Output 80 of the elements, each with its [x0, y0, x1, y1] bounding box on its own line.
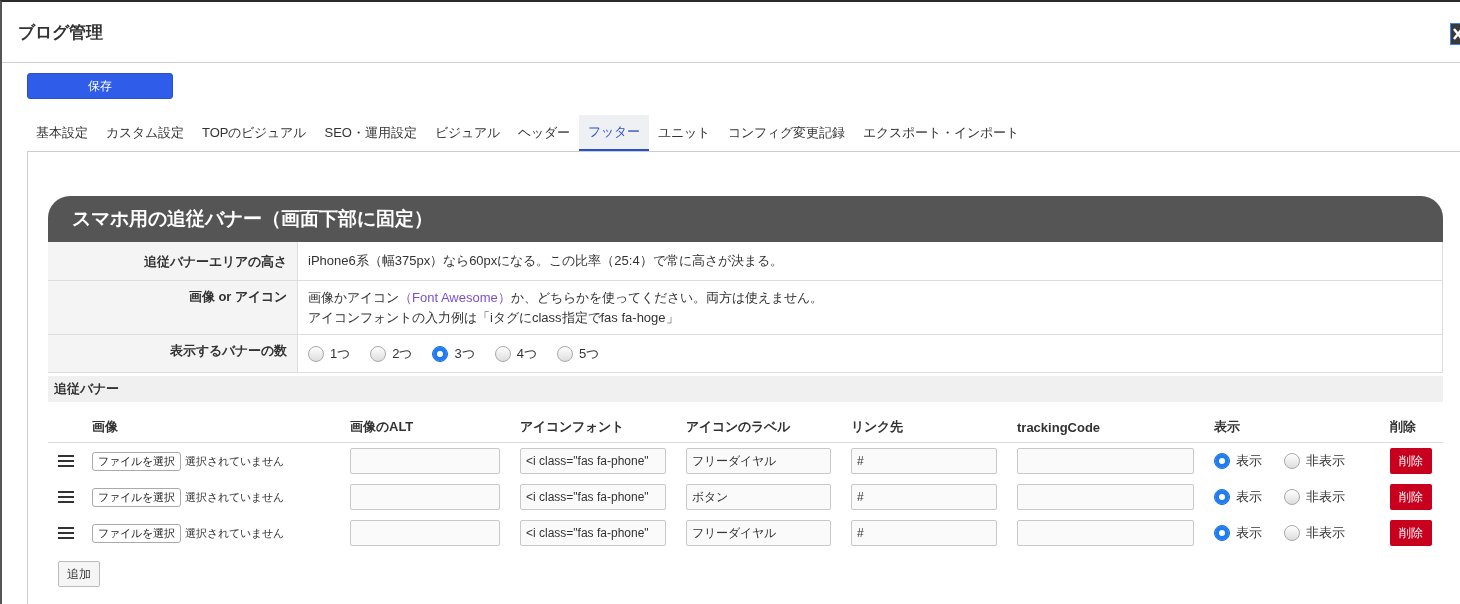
tab[interactable]: 基本設定 [27, 115, 97, 151]
tab[interactable]: カスタム設定 [97, 115, 193, 151]
setting-label: 表示するバナーの数 [48, 335, 298, 372]
file-status: 選択されていません [185, 525, 284, 541]
tracking-code-input-field[interactable] [1017, 520, 1194, 546]
tab[interactable]: ヘッダー [508, 115, 579, 151]
column-header: 画像 [92, 412, 350, 443]
setting-text: 画像かアイコン（Font Awesome）か、どちらかを使ってください。両方は使えません。 [308, 288, 823, 307]
drag-handle-icon[interactable] [58, 527, 74, 539]
section-title: スマホ用の追従バナー（画面下部に固定） [48, 196, 1443, 242]
tab[interactable]: フッター [578, 115, 649, 151]
drag-handle-icon[interactable] [58, 491, 74, 503]
file-status: 選択されていません [185, 489, 284, 505]
radio-button[interactable] [1214, 525, 1230, 541]
column-header: アイコンのラベル [686, 412, 851, 443]
radio-label: 1つ [330, 344, 351, 363]
radio-button[interactable] [308, 345, 324, 362]
file-select-button[interactable]: ファイルを選択 [92, 451, 181, 471]
radio-label: 表示 [1236, 524, 1262, 542]
icon-label-input-field[interactable]: フリーダイヤル [686, 448, 831, 474]
radio-label: 非表示 [1306, 524, 1345, 542]
tab[interactable]: ユニット [648, 115, 719, 151]
tab[interactable]: エクスポート・インポート [853, 115, 1028, 151]
tab[interactable]: ビジュアル [425, 115, 509, 151]
radio-label: 2つ [392, 344, 413, 363]
delete-button[interactable]: 削除 [1390, 448, 1432, 474]
drag-handle-icon[interactable] [58, 455, 74, 467]
radio-button[interactable] [494, 345, 511, 362]
file-select-button[interactable]: ファイルを選択 [92, 523, 181, 543]
column-header: 画像のALT [350, 412, 520, 443]
radio-button[interactable] [1284, 453, 1300, 469]
setting-text: iPhone6系（幅375px）なら60pxになる。この比率（25:4）で常に高さが決まる。 [308, 252, 783, 270]
tab[interactable]: SEO・運用設定 [315, 115, 426, 151]
column-header: trackingCode [1017, 412, 1214, 443]
delete-button[interactable]: 削除 [1390, 484, 1432, 510]
setting-text: アイコンフォントの入力例は「iタグにclass指定でfas fa-hoge」 [308, 308, 680, 327]
save-button[interactable]: 保存 [27, 73, 173, 99]
file-status: 選択されていません [185, 453, 284, 469]
column-header: 削除 [1390, 412, 1443, 443]
column-header: アイコンフォント [520, 412, 686, 443]
radio-button[interactable] [1284, 489, 1300, 505]
icon-font-input-field[interactable]: <i class="fas fa-phone" [520, 484, 666, 510]
alt-input-field[interactable] [350, 520, 500, 546]
close-icon[interactable] [1450, 23, 1460, 45]
tracking-code-input-field[interactable] [1017, 484, 1194, 510]
tab[interactable]: TOPのビジュアル [193, 115, 316, 151]
file-select-button[interactable]: ファイルを選択 [92, 487, 181, 507]
column-header: リンク先 [851, 412, 1017, 443]
radio-button[interactable] [1214, 453, 1230, 469]
radio-label: 4つ [516, 344, 537, 363]
radio-label: 非表示 [1306, 488, 1345, 506]
radio-button[interactable] [556, 345, 573, 362]
radio-label: 表示 [1236, 488, 1262, 506]
tracking-code-input-field[interactable] [1017, 448, 1194, 474]
radio-label: 非表示 [1306, 452, 1345, 470]
setting-label: 追従バナーエリアの高さ [48, 242, 298, 280]
column-header: 表示 [1214, 412, 1390, 443]
add-button[interactable]: 追加 [58, 561, 100, 587]
subsection-title: 追従バナー [48, 376, 1443, 402]
radio-button[interactable] [432, 345, 449, 362]
radio-button[interactable] [1214, 489, 1230, 505]
link[interactable]: （Font Awesome） [399, 289, 511, 305]
radio-label: 3つ [454, 344, 475, 363]
icon-font-input-field[interactable]: <i class="fas fa-phone" [520, 448, 666, 474]
radio-label: 表示 [1236, 452, 1262, 470]
alt-input-field[interactable] [350, 484, 500, 510]
link-input-field[interactable]: # [851, 484, 997, 510]
link-input-field[interactable]: # [851, 520, 997, 546]
radio-button[interactable] [1284, 525, 1300, 541]
radio-button[interactable] [370, 345, 387, 362]
delete-button[interactable]: 削除 [1390, 520, 1432, 546]
radio-label: 5つ [578, 344, 600, 363]
icon-label-input-field[interactable]: フリーダイヤル [686, 520, 831, 546]
dialog-title: ブログ管理 [18, 21, 103, 44]
link-input-field[interactable]: # [851, 448, 997, 474]
icon-label-input-field[interactable]: ボタン [686, 484, 831, 510]
setting-label: 画像 or アイコン [48, 281, 298, 334]
icon-font-input-field[interactable]: <i class="fas fa-phone" [520, 520, 666, 546]
tab[interactable]: コンフィグ変更記録 [718, 115, 854, 151]
alt-input-field[interactable] [350, 448, 500, 474]
